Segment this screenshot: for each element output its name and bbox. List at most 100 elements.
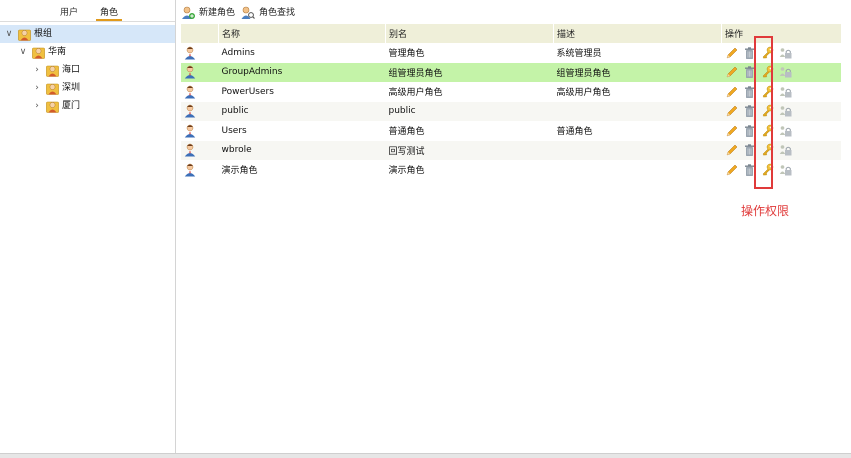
row-ops-cell: [722, 43, 841, 63]
roles-table: 名称 别名 描述 操作 Admins 管理角色 系统管理员 GroupAdmins 组管…: [180, 24, 841, 180]
lock-people-icon[interactable]: [779, 85, 792, 99]
pencil-icon[interactable]: [725, 143, 738, 157]
lock-people-icon[interactable]: [779, 65, 792, 79]
chevron-right-icon[interactable]: ›: [32, 97, 42, 115]
row-ops: [725, 64, 841, 80]
header-alias[interactable]: 别名: [385, 24, 554, 43]
role-user-icon: [184, 65, 196, 79]
group-icon: [46, 81, 59, 95]
tree-node[interactable]: › 厦门: [0, 97, 175, 115]
tree-node[interactable]: › 深圳: [0, 79, 175, 97]
group-icon: [32, 45, 45, 59]
role-alias: public: [385, 101, 554, 121]
find-role-button[interactable]: 角色查找: [241, 4, 305, 22]
lock-people-icon[interactable]: [779, 163, 792, 177]
pencil-icon[interactable]: [725, 85, 738, 99]
left-panel: 用户 角色 ∨ 根组 ∨ 华南 › 海口 › 深圳 › 厦门: [0, 0, 176, 458]
annotation-label: 操作权限: [741, 204, 790, 218]
tree-node-label: 海口: [62, 65, 81, 75]
role-name: 演示角色: [221, 166, 258, 177]
table-row[interactable]: PowerUsers 高级用户角色 高级用户角色: [181, 82, 841, 102]
row-ops-cell: [722, 121, 841, 141]
role-alias: 高级用户角色: [388, 88, 443, 99]
row-icon-cell: [181, 82, 219, 102]
table-row[interactable]: 演示角色 演示角色: [181, 160, 841, 180]
annotation-box: [754, 36, 773, 189]
tree-node[interactable]: ∨ 华南: [0, 43, 175, 61]
role-name: Admins: [221, 47, 255, 58]
roles-table-wrap: 名称 别名 描述 操作 Admins 管理角色 系统管理员 GroupAdmins 组管…: [180, 24, 841, 180]
table-header-row: 名称 别名 描述 操作: [180, 24, 841, 43]
role-desc: 组管理员角色: [553, 62, 722, 82]
row-icon-cell: [181, 43, 219, 63]
role-name: PowerUsers: [221, 86, 274, 97]
row-icon-cell: [180, 101, 219, 121]
pencil-icon[interactable]: [725, 65, 738, 79]
pencil-icon[interactable]: [725, 124, 738, 138]
table-row[interactable]: GroupAdmins 组管理员角色 组管理员角色: [180, 62, 841, 82]
chevron-right-icon[interactable]: ›: [32, 61, 42, 79]
role-desc: 系统管理员: [556, 49, 602, 60]
header-icon-col: [180, 24, 219, 43]
row-ops: [725, 142, 841, 158]
row-icon-cell: [180, 140, 219, 160]
header-name[interactable]: 名称: [218, 24, 386, 43]
find-role-label: 角色查找: [259, 8, 296, 18]
row-ops: [725, 123, 841, 139]
lock-people-icon[interactable]: [779, 46, 792, 60]
header-desc[interactable]: 描述: [553, 24, 722, 43]
role-alias: 普通角色: [388, 127, 425, 138]
tree-node[interactable]: › 海口: [0, 61, 175, 79]
tree-node-label: 根组: [34, 29, 53, 39]
new-role-label: 新建角色: [199, 8, 236, 18]
pencil-icon[interactable]: [725, 163, 738, 177]
role-alias: 回写测试: [385, 140, 554, 160]
role-desc: [554, 160, 722, 180]
lock-people-icon[interactable]: [779, 104, 792, 118]
row-icon-cell: [181, 160, 219, 180]
role-name: GroupAdmins: [218, 62, 386, 82]
role-desc: [553, 101, 722, 121]
table-row[interactable]: Users 普通角色 普通角色: [181, 121, 841, 141]
role-name: public: [218, 101, 386, 121]
role-desc: [553, 140, 722, 160]
role-name: Users: [221, 125, 247, 136]
role-user-icon: [184, 46, 196, 60]
role-user-icon: [184, 143, 196, 157]
table-row[interactable]: wbrole 回写测试: [180, 140, 841, 160]
lock-people-icon[interactable]: [779, 124, 792, 138]
role-alias: 演示角色: [388, 166, 425, 177]
row-icon-cell: [181, 121, 219, 141]
right-panel: 新建角色 角色查找 名称 别名 描述 操作 Admins 管理角色 系统管理员 …: [178, 0, 851, 458]
row-ops: [725, 162, 841, 178]
chevron-down-icon[interactable]: ∨: [18, 43, 28, 61]
lock-people-icon[interactable]: [779, 143, 792, 157]
row-ops: [725, 45, 841, 61]
tree-node[interactable]: ∨ 根组: [0, 25, 175, 43]
new-role-button[interactable]: 新建角色: [181, 4, 243, 22]
group-icon: [46, 99, 59, 113]
bottom-scrollbar[interactable]: [0, 453, 851, 458]
role-name: wbrole: [218, 140, 386, 160]
pencil-icon[interactable]: [725, 104, 738, 118]
tab-users[interactable]: 用户: [60, 5, 78, 18]
pencil-icon[interactable]: [725, 46, 738, 60]
tree-node-label: 华南: [48, 47, 67, 57]
role-desc: 普通角色: [556, 127, 593, 138]
row-ops-cell: [721, 62, 841, 82]
role-alias: 组管理员角色: [385, 62, 554, 82]
row-ops-cell: [721, 101, 841, 121]
toolbar: 新建角色 角色查找: [178, 4, 848, 22]
row-ops-cell: [722, 82, 841, 102]
tab-roles[interactable]: 角色: [95, 5, 123, 21]
role-alias: 管理角色: [388, 49, 425, 60]
chevron-right-icon[interactable]: ›: [32, 79, 42, 97]
add-role-icon: [182, 6, 195, 19]
table-row[interactable]: Admins 管理角色 系统管理员: [181, 43, 841, 63]
table-row[interactable]: public public: [180, 101, 841, 121]
role-user-icon: [184, 124, 196, 138]
row-ops-cell: [721, 140, 841, 160]
row-icon-cell: [180, 62, 219, 82]
row-ops: [725, 84, 841, 100]
chevron-down-icon[interactable]: ∨: [4, 25, 14, 43]
